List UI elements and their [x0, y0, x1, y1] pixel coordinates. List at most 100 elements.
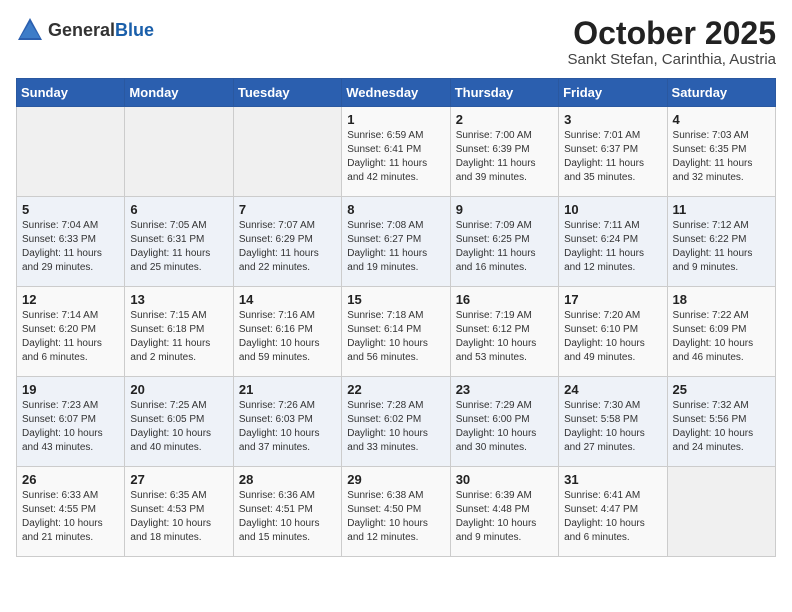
- day-number: 6: [130, 202, 227, 217]
- calendar-week-row: 1 Sunrise: 6:59 AMSunset: 6:41 PMDaylight…: [17, 107, 776, 197]
- weekday-header-row: SundayMondayTuesdayWednesdayThursdayFrid…: [17, 79, 776, 107]
- day-info: Sunrise: 7:12 AMSunset: 6:22 PMDaylight:…: [673, 219, 770, 275]
- calendar-cell: [667, 467, 775, 557]
- day-info: Sunrise: 7:23 AMSunset: 6:07 PMDaylight:…: [22, 399, 119, 455]
- calendar-cell: 8Sunrise: 7:08 AMSunset: 6:27 PMDaylight…: [342, 197, 450, 287]
- day-number: 19: [22, 382, 119, 397]
- calendar-cell: 11Sunrise: 7:12 AMSunset: 6:22 PMDayligh…: [667, 197, 775, 287]
- calendar-cell: 15 Sunrise: 7:18 AMSunset: 6:14 PMDayligh…: [342, 287, 450, 377]
- calendar-cell: 7Sunrise: 7:07 AMSunset: 6:29 PMDaylight…: [233, 197, 341, 287]
- day-info: Sunrise: 7:28 AMSunset: 6:02 PMDaylight:…: [347, 399, 444, 455]
- day-number: 14: [239, 292, 336, 307]
- calendar-cell: 20 Sunrise: 7:25 AMSunset: 6:05 PMDayligh…: [125, 377, 233, 467]
- day-number: 8: [347, 202, 444, 217]
- calendar-cell: 31 Sunrise: 6:41 AMSunset: 4:47 PMDayligh…: [559, 467, 667, 557]
- month-title: October 2025: [568, 16, 776, 51]
- day-info: Sunrise: 7:26 AMSunset: 6:03 PMDaylight:…: [239, 399, 336, 455]
- calendar-cell: 9 Sunrise: 7:09 AMSunset: 6:25 PMDaylight…: [450, 197, 558, 287]
- day-info: Sunrise: 7:01 AMSunset: 6:37 PMDaylight:…: [564, 129, 661, 185]
- calendar-cell: 27 Sunrise: 6:35 AMSunset: 4:53 PMDayligh…: [125, 467, 233, 557]
- day-info: Sunrise: 7:15 AMSunset: 6:18 PMDaylight:…: [130, 309, 227, 365]
- logo-general-text: GeneralBlue: [48, 20, 154, 41]
- calendar-cell: 25Sunrise: 7:32 AMSunset: 5:56 PMDayligh…: [667, 377, 775, 467]
- weekday-header-friday: Friday: [559, 79, 667, 107]
- calendar-cell: 21 Sunrise: 7:26 AMSunset: 6:03 PMDayligh…: [233, 377, 341, 467]
- day-number: 29: [347, 472, 444, 487]
- calendar-cell: 29 Sunrise: 6:38 AMSunset: 4:50 PMDayligh…: [342, 467, 450, 557]
- day-number: 15: [347, 292, 444, 307]
- day-number: 10: [564, 202, 661, 217]
- calendar-cell: [233, 107, 341, 197]
- calendar-cell: 23Sunrise: 7:29 AMSunset: 6:00 PMDayligh…: [450, 377, 558, 467]
- day-number: 31: [564, 472, 661, 487]
- page-header: GeneralBlue October 2025 Sankt Stefan, C…: [16, 16, 776, 68]
- calendar-cell: 3 Sunrise: 7:01 AMSunset: 6:37 PMDaylight…: [559, 107, 667, 197]
- location-subtitle: Sankt Stefan, Carinthia, Austria: [568, 51, 776, 68]
- day-number: 1: [347, 112, 444, 127]
- calendar-cell: 5 Sunrise: 7:04 AMSunset: 6:33 PMDaylight…: [17, 197, 125, 287]
- day-info: Sunrise: 7:03 AMSunset: 6:35 PMDaylight:…: [673, 129, 770, 185]
- day-number: 26: [22, 472, 119, 487]
- day-info: Sunrise: 6:59 AMSunset: 6:41 PMDaylight:…: [347, 129, 444, 185]
- day-number: 27: [130, 472, 227, 487]
- weekday-header-thursday: Thursday: [450, 79, 558, 107]
- calendar-cell: 19 Sunrise: 7:23 AMSunset: 6:07 PMDayligh…: [17, 377, 125, 467]
- day-number: 23: [456, 382, 553, 397]
- day-number: 21: [239, 382, 336, 397]
- day-info: Sunrise: 7:16 AMSunset: 6:16 PMDaylight:…: [239, 309, 336, 365]
- day-info: Sunrise: 7:09 AMSunset: 6:25 PMDaylight:…: [456, 219, 553, 275]
- calendar-cell: [17, 107, 125, 197]
- day-number: 9: [456, 202, 553, 217]
- calendar-cell: 30 Sunrise: 6:39 AMSunset: 4:48 PMDayligh…: [450, 467, 558, 557]
- calendar-cell: 6 Sunrise: 7:05 AMSunset: 6:31 PMDaylight…: [125, 197, 233, 287]
- day-info: Sunrise: 7:00 AMSunset: 6:39 PMDaylight:…: [456, 129, 553, 185]
- day-info: Sunrise: 7:25 AMSunset: 6:05 PMDaylight:…: [130, 399, 227, 455]
- calendar-week-row: 12Sunrise: 7:14 AMSunset: 6:20 PMDayligh…: [17, 287, 776, 377]
- day-number: 22: [347, 382, 444, 397]
- day-info: Sunrise: 7:05 AMSunset: 6:31 PMDaylight:…: [130, 219, 227, 275]
- day-number: 4: [673, 112, 770, 127]
- calendar-week-row: 26 Sunrise: 6:33 AMSunset: 4:55 PMDayligh…: [17, 467, 776, 557]
- calendar-week-row: 19 Sunrise: 7:23 AMSunset: 6:07 PMDayligh…: [17, 377, 776, 467]
- day-number: 3: [564, 112, 661, 127]
- day-info: Sunrise: 6:35 AMSunset: 4:53 PMDaylight:…: [130, 489, 227, 545]
- day-number: 24: [564, 382, 661, 397]
- calendar-cell: 4 Sunrise: 7:03 AMSunset: 6:35 PMDaylight…: [667, 107, 775, 197]
- day-number: 13: [130, 292, 227, 307]
- calendar-cell: 18Sunrise: 7:22 AMSunset: 6:09 PMDayligh…: [667, 287, 775, 377]
- day-info: Sunrise: 6:33 AMSunset: 4:55 PMDaylight:…: [22, 489, 119, 545]
- calendar-cell: 16 Sunrise: 7:19 AMSunset: 6:12 PMDayligh…: [450, 287, 558, 377]
- day-info: Sunrise: 7:07 AMSunset: 6:29 PMDaylight:…: [239, 219, 336, 275]
- title-block: October 2025 Sankt Stefan, Carinthia, Au…: [568, 16, 776, 68]
- day-number: 2: [456, 112, 553, 127]
- day-number: 17: [564, 292, 661, 307]
- weekday-header-monday: Monday: [125, 79, 233, 107]
- day-info: Sunrise: 7:11 AMSunset: 6:24 PMDaylight:…: [564, 219, 661, 275]
- calendar-cell: 14 Sunrise: 7:16 AMSunset: 6:16 PMDayligh…: [233, 287, 341, 377]
- calendar-cell: 28Sunrise: 6:36 AMSunset: 4:51 PMDayligh…: [233, 467, 341, 557]
- calendar-week-row: 5 Sunrise: 7:04 AMSunset: 6:33 PMDaylight…: [17, 197, 776, 287]
- day-info: Sunrise: 7:19 AMSunset: 6:12 PMDaylight:…: [456, 309, 553, 365]
- calendar-cell: 26 Sunrise: 6:33 AMSunset: 4:55 PMDayligh…: [17, 467, 125, 557]
- day-info: Sunrise: 6:36 AMSunset: 4:51 PMDaylight:…: [239, 489, 336, 545]
- calendar-cell: [125, 107, 233, 197]
- calendar-cell: 13 Sunrise: 7:15 AMSunset: 6:18 PMDayligh…: [125, 287, 233, 377]
- day-info: Sunrise: 7:04 AMSunset: 6:33 PMDaylight:…: [22, 219, 119, 275]
- day-info: Sunrise: 6:41 AMSunset: 4:47 PMDaylight:…: [564, 489, 661, 545]
- calendar-cell: 2 Sunrise: 7:00 AMSunset: 6:39 PMDaylight…: [450, 107, 558, 197]
- day-info: Sunrise: 6:38 AMSunset: 4:50 PMDaylight:…: [347, 489, 444, 545]
- day-number: 30: [456, 472, 553, 487]
- day-info: Sunrise: 7:32 AMSunset: 5:56 PMDaylight:…: [673, 399, 770, 455]
- day-number: 5: [22, 202, 119, 217]
- calendar-table: SundayMondayTuesdayWednesdayThursdayFrid…: [16, 78, 776, 557]
- day-info: Sunrise: 7:30 AMSunset: 5:58 PMDaylight:…: [564, 399, 661, 455]
- calendar-cell: 22 Sunrise: 7:28 AMSunset: 6:02 PMDayligh…: [342, 377, 450, 467]
- calendar-cell: 17Sunrise: 7:20 AMSunset: 6:10 PMDayligh…: [559, 287, 667, 377]
- calendar-cell: 24 Sunrise: 7:30 AMSunset: 5:58 PMDayligh…: [559, 377, 667, 467]
- day-number: 20: [130, 382, 227, 397]
- day-number: 18: [673, 292, 770, 307]
- day-info: Sunrise: 6:39 AMSunset: 4:48 PMDaylight:…: [456, 489, 553, 545]
- day-number: 16: [456, 292, 553, 307]
- logo: GeneralBlue: [16, 16, 154, 44]
- day-info: Sunrise: 7:18 AMSunset: 6:14 PMDaylight:…: [347, 309, 444, 365]
